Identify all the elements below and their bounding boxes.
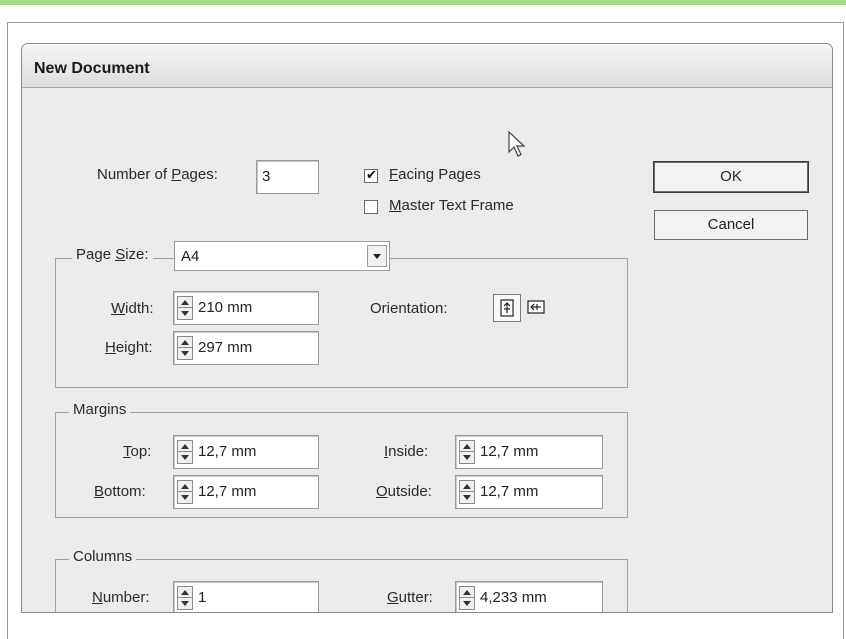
page-size-group	[55, 258, 628, 388]
arrow-up-icon	[181, 444, 189, 449]
facing-pages-checkbox[interactable]: ✔	[364, 167, 378, 183]
new-document-dialog: New Document Number of Pages: 3 ✔ Facing…	[21, 43, 833, 613]
arrow-down-icon	[463, 495, 471, 500]
bottom-margin-input[interactable]: 12,7 mm	[173, 475, 319, 509]
portrait-orientation-button[interactable]	[493, 294, 521, 322]
gutter-stepper[interactable]	[459, 586, 475, 610]
inside-margin-input[interactable]: 12,7 mm	[455, 435, 603, 469]
dialog-titlebar[interactable]: New Document	[22, 44, 832, 88]
arrow-up-icon	[463, 484, 471, 489]
dialog-body: Number of Pages: 3 ✔ Facing Pages Master…	[22, 88, 832, 612]
arrow-down-icon	[181, 601, 189, 606]
bottom-margin-stepper[interactable]	[177, 480, 193, 504]
outside-margin-label: Outside:	[376, 483, 432, 500]
arrow-down-icon	[463, 455, 471, 460]
columns-group-title: Columns	[69, 548, 137, 565]
margins-group-title: Margins	[69, 401, 131, 418]
mouse-cursor-icon	[508, 130, 526, 157]
gutter-input[interactable]: 4,233 mm	[455, 581, 603, 612]
landscape-icon	[527, 300, 545, 314]
arrow-down-icon	[463, 601, 471, 606]
landscape-orientation-button[interactable]	[523, 294, 551, 322]
page-size-dropdown[interactable]: A4	[174, 241, 390, 271]
frame-border	[7, 22, 8, 639]
outside-margin-stepper[interactable]	[459, 480, 475, 504]
number-of-pages-label: Number of Pages:	[97, 166, 218, 183]
width-label: Width:	[111, 300, 154, 317]
height-label: Height:	[105, 339, 153, 356]
arrow-down-icon	[181, 455, 189, 460]
number-of-pages-input[interactable]: 3	[256, 160, 319, 194]
top-margin-stepper[interactable]	[177, 440, 193, 464]
width-input[interactable]: 210 mm	[173, 291, 319, 325]
cancel-button[interactable]: Cancel	[654, 210, 808, 240]
arrow-up-icon	[181, 300, 189, 305]
columns-number-label: Number:	[92, 589, 150, 606]
inside-margin-label: Inside:	[384, 443, 429, 460]
top-margin-label: Top:	[123, 443, 152, 460]
ok-button[interactable]: OK	[654, 162, 808, 192]
height-stepper[interactable]	[177, 336, 193, 360]
arrow-up-icon	[463, 444, 471, 449]
page-size-label: Page Size:	[72, 246, 153, 263]
frame-border	[843, 22, 844, 639]
facing-pages-label[interactable]: Facing Pages	[389, 166, 481, 183]
master-text-frame-checkbox[interactable]	[364, 200, 378, 214]
arrow-down-icon	[181, 495, 189, 500]
arrow-down-icon	[181, 311, 189, 316]
checkmark-icon: ✔	[366, 167, 377, 182]
gutter-label: Gutter:	[387, 589, 433, 606]
columns-number-input[interactable]: 1	[173, 581, 319, 612]
columns-number-stepper[interactable]	[177, 586, 193, 610]
orientation-label: Orientation:	[370, 300, 448, 317]
top-margin-input[interactable]: 12,7 mm	[173, 435, 319, 469]
arrow-up-icon	[181, 590, 189, 595]
arrow-down-icon	[181, 351, 189, 356]
dialog-title: New Document	[34, 60, 150, 77]
height-input[interactable]: 297 mm	[173, 331, 319, 365]
arrow-up-icon	[181, 484, 189, 489]
bottom-margin-label: Bottom:	[94, 483, 146, 500]
portrait-icon	[500, 299, 514, 317]
top-accent-bar	[0, 0, 846, 5]
arrow-up-icon	[463, 590, 471, 595]
inside-margin-stepper[interactable]	[459, 440, 475, 464]
width-stepper[interactable]	[177, 296, 193, 320]
frame-border	[7, 22, 844, 23]
arrow-up-icon	[181, 340, 189, 345]
master-text-frame-label[interactable]: Master Text Frame	[389, 197, 514, 214]
chevron-down-icon[interactable]	[367, 245, 387, 267]
outside-margin-input[interactable]: 12,7 mm	[455, 475, 603, 509]
